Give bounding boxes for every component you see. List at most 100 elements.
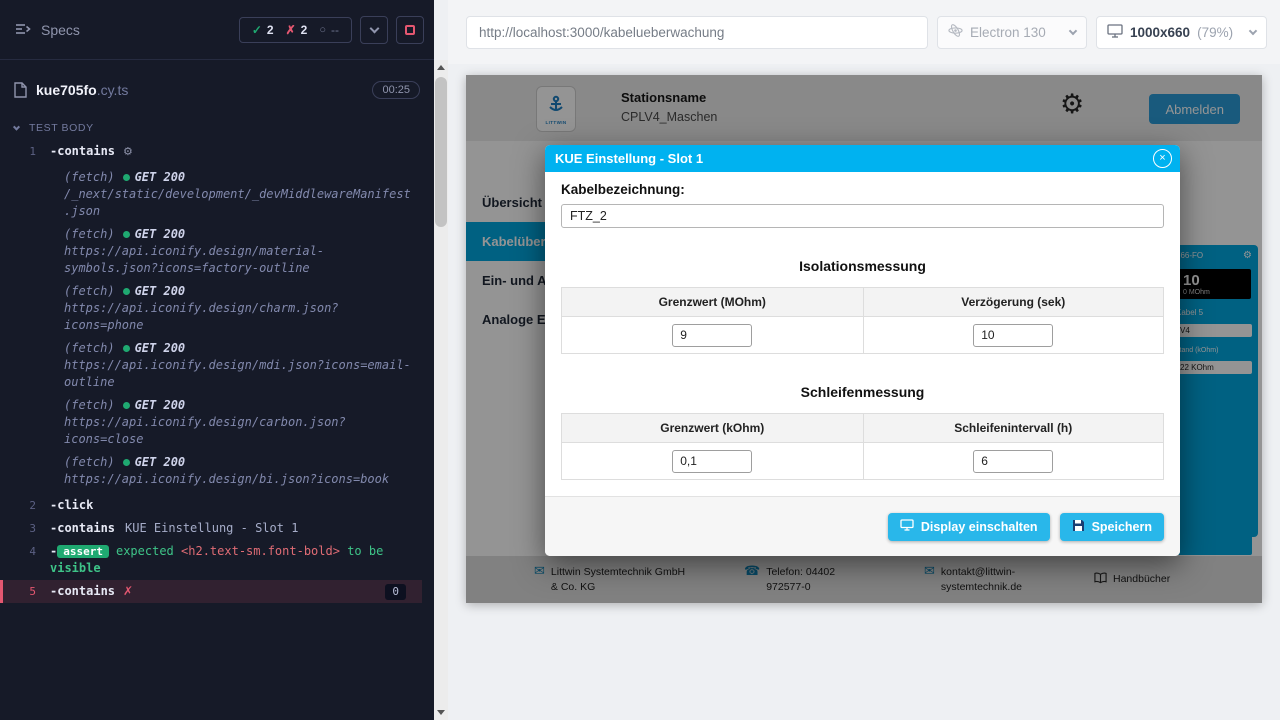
- spec-name: kue705fo.cy.ts: [36, 82, 372, 98]
- spec-file-icon: [14, 82, 27, 98]
- url-input[interactable]: [466, 16, 928, 49]
- modal-titlebar: KUE Einstellung - Slot 1 ×: [545, 145, 1180, 172]
- command-row[interactable]: 2 -click: [0, 494, 422, 517]
- fetch-log-entry[interactable]: (fetch)GET 200 https://api.iconify.desig…: [64, 454, 416, 488]
- scroll-down-button[interactable]: [434, 705, 448, 720]
- check-icon: ✓: [252, 23, 262, 37]
- save-icon: [1072, 519, 1085, 535]
- match-count-badge: 0: [385, 584, 406, 600]
- command-name: -contains: [50, 521, 115, 535]
- fetch-log-entry[interactable]: (fetch)GET 200 https://api.iconify.desig…: [64, 283, 416, 334]
- specs-menu-button[interactable]: Specs: [16, 22, 80, 38]
- app-frame: LITTWIN Stationsname CPLV4_Maschen ⚙ Abm…: [466, 75, 1262, 603]
- schleifenmessung-heading: Schleifenmessung: [561, 384, 1164, 400]
- display-einschalten-button[interactable]: Display einschalten: [888, 513, 1050, 541]
- arrow-up-icon: [437, 65, 445, 70]
- grenzwert-kohm-input[interactable]: [672, 450, 752, 473]
- chevron-down-icon: [13, 123, 20, 130]
- browser-name: Electron 130: [970, 25, 1046, 40]
- chevron-down-icon: [1069, 26, 1077, 34]
- fetch-log-entry[interactable]: (fetch)GET 200 /_next/static/development…: [64, 169, 416, 220]
- browser-bar: Electron 130 1000x660 (79%): [448, 0, 1280, 64]
- stop-icon: [405, 25, 415, 35]
- command-value: KUE Einstellung - Slot 1: [125, 521, 298, 535]
- chevron-down-icon: [369, 23, 379, 33]
- speichern-button[interactable]: Speichern: [1060, 513, 1164, 541]
- gear-icon: ⚙: [123, 145, 133, 158]
- scroll-up-button[interactable]: [434, 60, 448, 75]
- screen: Specs ✓ 2 ✗ 2 ○ --: [0, 0, 1280, 720]
- fetch-url: https://api.iconify.design/charm.json?ic…: [64, 301, 339, 332]
- fail-icon: ✗: [123, 584, 133, 598]
- col-header-grenzwert-kohm: Grenzwert (kOhm): [562, 414, 863, 443]
- fetch-url: https://api.iconify.design/material-symb…: [64, 244, 324, 275]
- reporter-controls: ✓ 2 ✗ 2 ○ --: [239, 16, 424, 44]
- specs-label: Specs: [41, 22, 80, 38]
- viewport-select[interactable]: 1000x660 (79%): [1096, 16, 1267, 49]
- spec-header[interactable]: kue705fo.cy.ts 00:25: [0, 74, 434, 106]
- verzoegerung-input[interactable]: [973, 324, 1053, 347]
- test-body-label: TEST BODY: [29, 122, 94, 134]
- chevron-down-icon: [1249, 26, 1257, 34]
- specs-menu-icon: [16, 22, 31, 38]
- arrow-down-icon: [437, 710, 445, 715]
- spec-duration: 00:25: [372, 81, 420, 99]
- close-icon[interactable]: ×: [1153, 149, 1172, 168]
- grenzwert-mohm-input[interactable]: [672, 324, 752, 347]
- assert-message: expected: [116, 544, 174, 558]
- viewport-size: 1000x660: [1130, 25, 1190, 40]
- scrollbar-thumb[interactable]: [435, 77, 447, 227]
- stop-button[interactable]: [396, 16, 424, 44]
- cross-icon: ✗: [286, 23, 296, 37]
- fetch-url: /_next/static/development/_devMiddleware…: [64, 187, 411, 218]
- command-number: 5: [3, 583, 50, 600]
- command-number: 4: [0, 543, 50, 577]
- failed-command-row[interactable]: 5 -contains✗ 0: [0, 580, 422, 603]
- reporter-scrollbar[interactable]: [434, 60, 448, 720]
- status-dot: [123, 345, 130, 352]
- fetch-log-entry[interactable]: (fetch)GET 200 https://api.iconify.desig…: [64, 226, 416, 277]
- assert-badge: assert: [57, 545, 109, 558]
- test-body-toggle[interactable]: TEST BODY: [0, 122, 434, 134]
- command-row[interactable]: 3 -contains KUE Einstellung - Slot 1: [0, 517, 422, 540]
- fetch-url: https://api.iconify.design/bi.json?icons…: [64, 472, 389, 486]
- status-dot: [123, 402, 130, 409]
- fetch-url: https://api.iconify.design/mdi.json?icon…: [64, 358, 411, 389]
- viewport-icon: [1107, 24, 1123, 41]
- electron-icon: [948, 23, 963, 41]
- stat-pending: ○ --: [319, 23, 339, 37]
- fetch-url: https://api.iconify.design/carbon.json?i…: [64, 415, 346, 446]
- isolationsmessung-heading: Isolationsmessung: [561, 258, 1164, 274]
- command-number: 1: [0, 143, 50, 160]
- stat-failed: ✗ 2: [286, 23, 308, 37]
- stat-passed: ✓ 2: [252, 23, 274, 37]
- assert-row[interactable]: 4 -assertexpected <h2.text-sm.font-bold>…: [0, 540, 422, 580]
- command-row[interactable]: 1 -contains ⚙: [0, 140, 422, 163]
- col-header-grenzwert-mohm: Grenzwert (MOhm): [562, 288, 863, 317]
- command-name: -contains: [50, 144, 115, 158]
- aut-panel: Electron 130 1000x660 (79%): [448, 0, 1280, 720]
- display-icon: [900, 519, 914, 534]
- schleifenintervall-input[interactable]: [973, 450, 1053, 473]
- fetch-log-entry[interactable]: (fetch)GET 200 https://api.iconify.desig…: [64, 397, 416, 448]
- assert-target: <h2.text-sm.font-bold>: [181, 544, 340, 558]
- browser-select[interactable]: Electron 130: [937, 16, 1087, 49]
- command-number: 3: [0, 520, 50, 537]
- command-name: -click: [50, 498, 93, 512]
- status-dot: [123, 231, 130, 238]
- modal-footer: Display einschalten Speichern: [545, 496, 1180, 556]
- fetch-log-entry[interactable]: (fetch)GET 200 https://api.iconify.desig…: [64, 340, 416, 391]
- test-stats[interactable]: ✓ 2 ✗ 2 ○ --: [239, 17, 352, 43]
- kabelbezeichnung-label: Kabelbezeichnung:: [561, 182, 1164, 197]
- status-dot: [123, 459, 130, 466]
- pending-icon: ○: [319, 24, 326, 36]
- status-dot: [123, 288, 130, 295]
- col-header-verzoegerung: Verzögerung (sek): [863, 288, 1164, 317]
- reporter-header: Specs ✓ 2 ✗ 2 ○ --: [0, 0, 434, 60]
- aut-stage: LITTWIN Stationsname CPLV4_Maschen ⚙ Abm…: [448, 64, 1280, 720]
- modal-title: KUE Einstellung - Slot 1: [555, 151, 1153, 166]
- kabelbezeichnung-input[interactable]: [561, 204, 1164, 228]
- command-log: 1 -contains ⚙ (fetch)GET 200 /_next/stati…: [0, 140, 434, 603]
- viewport-zoom: (79%): [1197, 25, 1233, 40]
- collapse-button[interactable]: [360, 16, 388, 44]
